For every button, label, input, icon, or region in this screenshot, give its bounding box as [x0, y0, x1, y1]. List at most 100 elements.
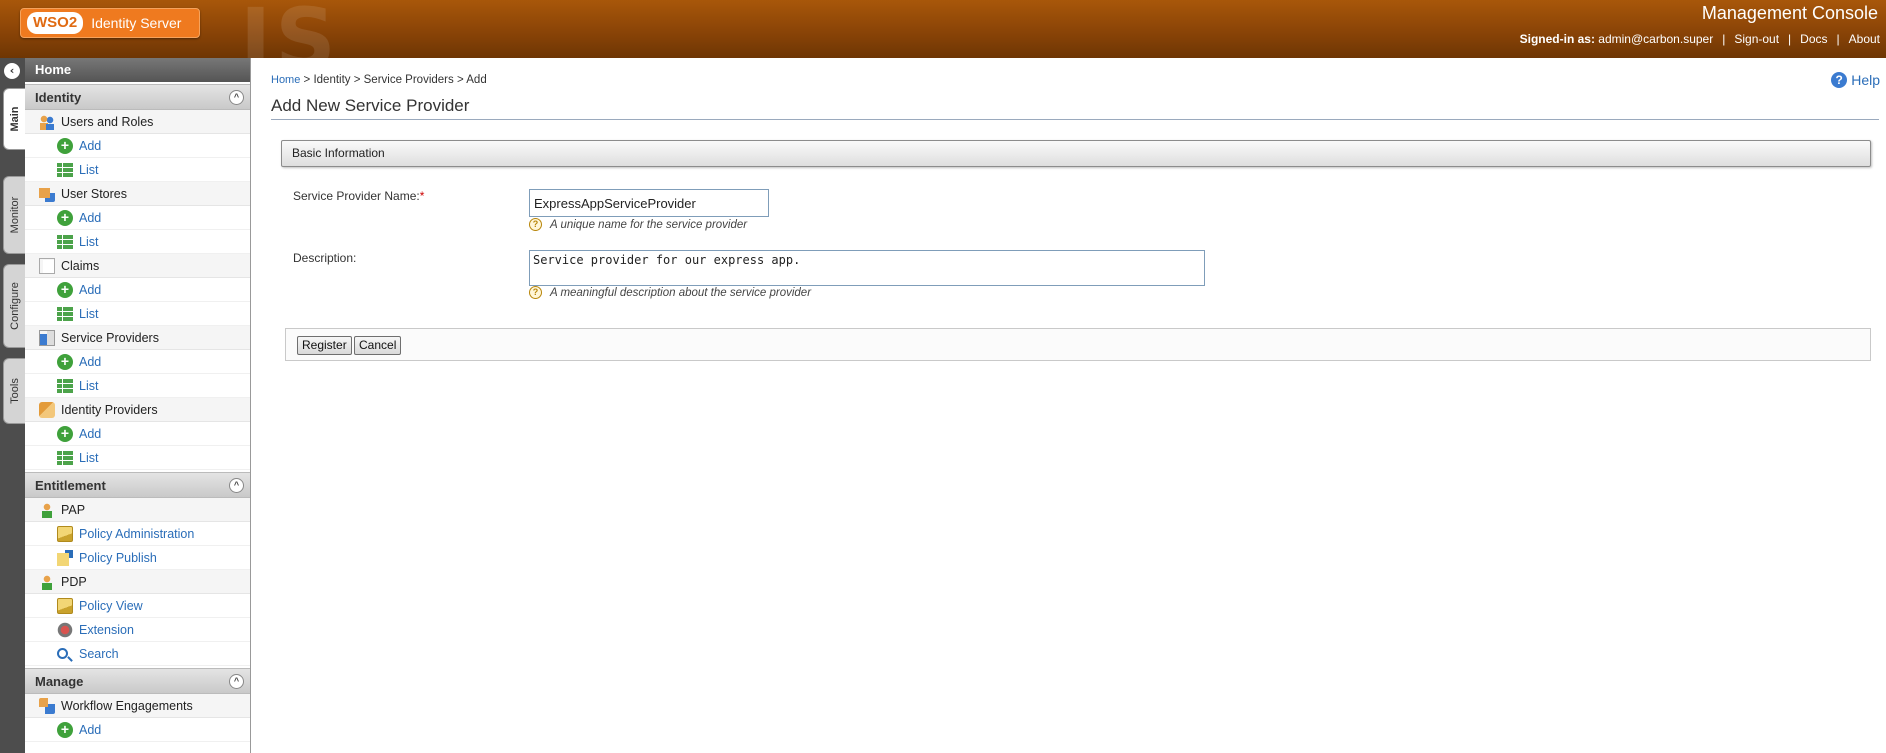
- list-icon: [57, 449, 73, 466]
- description-textarea[interactable]: Service provider for our express app.: [529, 250, 1205, 286]
- sidebar-item-label: User Stores: [61, 186, 127, 201]
- docs-link[interactable]: Docs: [1800, 32, 1827, 46]
- logo-brand: WSO2: [27, 12, 84, 34]
- sidebar-item-label: Service Providers: [61, 330, 159, 345]
- breadcrumb-service-providers: Service Providers: [363, 74, 454, 86]
- nav-separator: |: [1836, 32, 1840, 46]
- help-link[interactable]: ? Help: [1831, 72, 1880, 88]
- tab-monitor[interactable]: Monitor: [3, 176, 25, 254]
- add-icon: +: [57, 721, 73, 738]
- add-icon: +: [57, 353, 73, 370]
- service-provider-icon: [39, 329, 55, 346]
- hint-question-icon: ?: [529, 218, 542, 231]
- sidebar-item-label: Policy Administration: [79, 526, 195, 541]
- sidebar-item-service-providers[interactable]: Service Providers: [25, 326, 250, 350]
- section-identity[interactable]: Identity ^: [25, 84, 250, 110]
- users-list-link[interactable]: List: [25, 158, 250, 182]
- cancel-button[interactable]: Cancel: [354, 336, 402, 355]
- sidebar-item-label: List: [79, 162, 99, 177]
- app-header: IS WSO2 Identity Server Management Conso…: [0, 0, 1886, 88]
- service-provider-name-input[interactable]: [529, 189, 769, 217]
- sidebar-item-pdp[interactable]: PDP: [25, 570, 250, 594]
- sidebar-item-pap[interactable]: PAP: [25, 498, 250, 522]
- search-icon: [57, 648, 68, 659]
- sidebar-item-user-stores[interactable]: User Stores: [25, 182, 250, 206]
- sidebar-item-label: List: [79, 234, 99, 249]
- list-icon: [57, 161, 73, 178]
- sidebar-item-label: List: [79, 378, 99, 393]
- section-entitlement-label: Entitlement: [35, 478, 106, 493]
- add-icon: +: [57, 281, 73, 298]
- collapse-menu-icon[interactable]: ‹: [4, 63, 20, 79]
- sidebar-item-label: PAP: [61, 502, 86, 517]
- sidebar-item-label: Search: [79, 646, 119, 661]
- sidebar-item-label: Identity Providers: [61, 402, 158, 417]
- breadcrumb-home[interactable]: Home: [271, 74, 300, 86]
- sidebar-item-label: Add: [79, 282, 102, 297]
- user-store-icon: [39, 185, 55, 202]
- hint-question-icon: ?: [529, 286, 542, 299]
- service-providers-add-link[interactable]: + Add: [25, 350, 250, 374]
- sidebar-item-label: List: [79, 450, 99, 465]
- breadcrumb-separator: >: [350, 74, 364, 86]
- list-icon: [57, 377, 73, 394]
- sidebar-item-label: Add: [79, 354, 102, 369]
- section-manage-label: Manage: [35, 674, 84, 689]
- nav-separator: |: [1788, 32, 1792, 46]
- list-icon: [57, 233, 73, 250]
- search-link[interactable]: Search: [25, 642, 250, 666]
- product-name: Identity Server: [91, 15, 182, 31]
- users-add-link[interactable]: + Add: [25, 134, 250, 158]
- sidebar-item-identity-providers[interactable]: Identity Providers: [25, 398, 250, 422]
- identity-providers-add-link[interactable]: + Add: [25, 422, 250, 446]
- basic-information-header[interactable]: Basic Information: [281, 140, 1871, 167]
- identity-providers-list-link[interactable]: List: [25, 446, 250, 470]
- sidebar-item-label: Add: [79, 210, 102, 225]
- section-manage[interactable]: Manage ^: [25, 668, 250, 694]
- tab-configure[interactable]: Configure: [3, 264, 25, 348]
- sidebar-item-workflow-engagements[interactable]: Workflow Engagements: [25, 694, 250, 718]
- breadcrumb-identity: Identity: [313, 74, 351, 86]
- console-title: Management Console: [1701, 3, 1878, 23]
- claims-list-link[interactable]: List: [25, 302, 250, 326]
- user-stores-add-link[interactable]: + Add: [25, 206, 250, 230]
- nav-separator: |: [1722, 32, 1726, 46]
- breadcrumb-separator: >: [300, 74, 314, 86]
- collapse-up-icon[interactable]: ^: [229, 90, 244, 105]
- sidebar-item-users-and-roles[interactable]: Users and Roles: [25, 110, 250, 134]
- claims-add-link[interactable]: + Add: [25, 278, 250, 302]
- sidebar-home[interactable]: Home: [25, 58, 250, 82]
- description-hint: ? A meaningful description about the serv…: [529, 286, 811, 299]
- policy-publish-link[interactable]: Policy Publish: [25, 546, 250, 570]
- required-marker: *: [419, 189, 425, 203]
- about-link[interactable]: About: [1849, 32, 1880, 46]
- add-icon: +: [57, 425, 73, 442]
- register-button[interactable]: Register: [297, 336, 352, 355]
- breadcrumb-separator: >: [453, 74, 467, 86]
- sidebar-item-claims[interactable]: Claims: [25, 254, 250, 278]
- service-providers-list-link[interactable]: List: [25, 374, 250, 398]
- breadcrumb-add: Add: [466, 74, 487, 86]
- policy-view-link[interactable]: Policy View: [25, 594, 250, 618]
- user-stores-list-link[interactable]: List: [25, 230, 250, 254]
- sidebar-item-label: Extension: [79, 622, 134, 637]
- name-hint: ? A unique name for the service provider: [529, 218, 747, 231]
- section-entitlement[interactable]: Entitlement ^: [25, 472, 250, 498]
- wso2-logo[interactable]: WSO2 Identity Server: [20, 8, 200, 38]
- service-provider-name-label: Service Provider Name:*: [293, 189, 424, 203]
- policy-administration-link[interactable]: Policy Administration: [25, 522, 250, 546]
- extension-link[interactable]: Extension: [25, 618, 250, 642]
- collapse-up-icon[interactable]: ^: [229, 674, 244, 689]
- tab-tools[interactable]: Tools: [3, 358, 25, 424]
- sidebar-item-label: Add: [79, 426, 102, 441]
- sidebar-item-label: PDP: [61, 574, 87, 589]
- sign-out-link[interactable]: Sign-out: [1734, 32, 1779, 46]
- tab-main[interactable]: Main: [3, 88, 25, 150]
- collapse-up-icon[interactable]: ^: [229, 478, 244, 493]
- sidebar-item-label: Policy View: [79, 598, 143, 613]
- add-icon: +: [57, 209, 73, 226]
- workflow-icon: [39, 697, 55, 714]
- workflow-add-link[interactable]: + Add: [25, 718, 250, 742]
- top-nav: Signed-in as: admin@carbon.super | Sign-…: [1520, 32, 1880, 46]
- tab-tools-label: Tools: [8, 378, 21, 404]
